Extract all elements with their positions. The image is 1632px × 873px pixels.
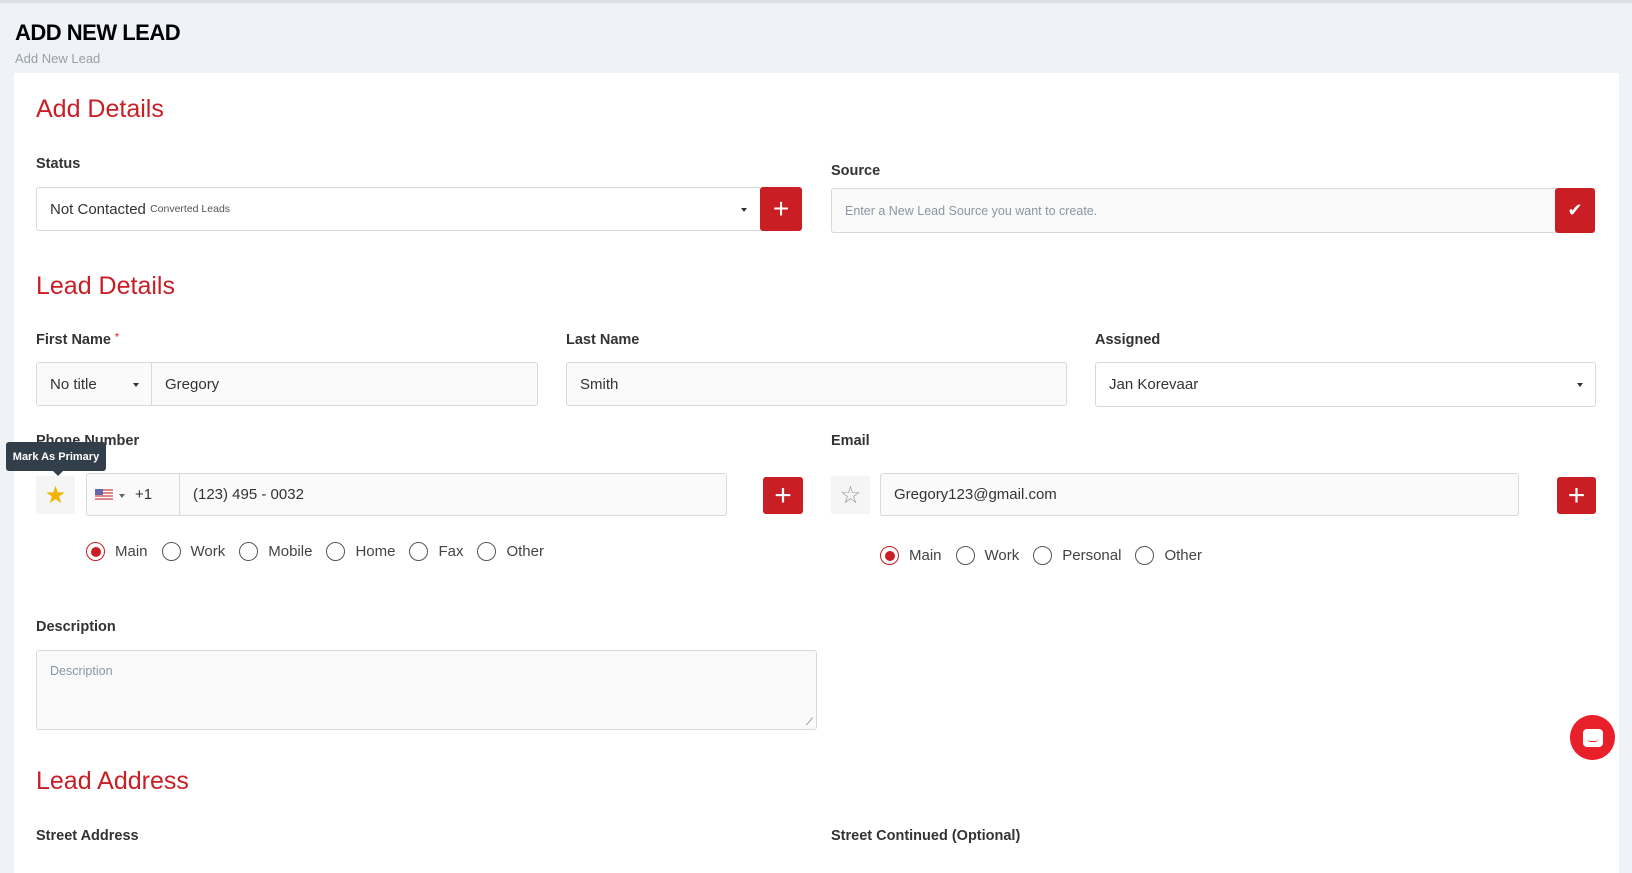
- last-name-value: Smith: [580, 375, 619, 393]
- primary-phone-star-icon[interactable]: ★: [36, 476, 75, 514]
- phone-radio-other[interactable]: Other: [477, 542, 544, 561]
- primary-email-star-icon[interactable]: ☆: [831, 476, 870, 514]
- add-email-button[interactable]: +: [1557, 477, 1596, 514]
- radio-circle[interactable]: [477, 542, 497, 561]
- section-add-details: Add Details: [36, 95, 164, 123]
- chevron-down-icon: [133, 383, 139, 387]
- assigned-value: Jan Korevaar: [1109, 376, 1199, 393]
- description-placeholder: Description: [50, 664, 113, 678]
- status-value: Not Contacted: [50, 200, 146, 218]
- radio-circle[interactable]: [955, 546, 975, 565]
- section-lead-address: Lead Address: [36, 767, 189, 795]
- radio-label: Home: [355, 543, 396, 560]
- phone-radio-mobile[interactable]: Mobile: [239, 542, 312, 561]
- radio-circle[interactable]: [86, 542, 105, 561]
- title-select[interactable]: No title: [36, 362, 152, 406]
- radio-label: Other: [506, 543, 544, 560]
- first-name-label-text: First Name: [36, 332, 111, 348]
- country-code: +1: [135, 486, 153, 503]
- email-radio-work[interactable]: Work: [955, 546, 1020, 565]
- resize-handle-icon[interactable]: ⟋: [806, 717, 813, 728]
- source-label: Source: [831, 163, 881, 179]
- last-name-label: Last Name: [566, 332, 640, 348]
- phone-type-radios: Main Work Mobile Home Fax Other: [86, 542, 558, 561]
- radio-circle[interactable]: [1135, 546, 1155, 565]
- first-name-value: Gregory: [165, 375, 220, 393]
- email-value: Gregory123@gmail.com: [894, 486, 1057, 503]
- radio-circle[interactable]: [326, 542, 346, 561]
- radio-circle[interactable]: [161, 542, 181, 561]
- chevron-down-icon: [119, 494, 125, 498]
- phone-value: (123) 495 - 0032: [193, 486, 304, 503]
- phone-radio-fax[interactable]: Fax: [409, 542, 463, 561]
- email-radio-personal[interactable]: Personal: [1033, 546, 1121, 565]
- radio-label: Main: [115, 543, 148, 560]
- assigned-label: Assigned: [1095, 332, 1161, 348]
- phone-input[interactable]: (123) 495 - 0032: [179, 473, 727, 516]
- status-select[interactable]: Not Contacted Converted Leads: [36, 187, 762, 231]
- section-lead-details: Lead Details: [36, 272, 175, 300]
- phone-radio-work[interactable]: Work: [161, 542, 226, 561]
- radio-label: Fax: [438, 543, 464, 560]
- email-radio-main[interactable]: Main: [880, 546, 942, 565]
- radio-label: Other: [1164, 547, 1202, 564]
- first-name-input[interactable]: Gregory: [151, 362, 538, 406]
- description-textarea[interactable]: Description ⟋: [36, 650, 817, 730]
- add-status-button[interactable]: +: [760, 187, 802, 231]
- country-code-select[interactable]: +1: [86, 473, 180, 516]
- status-group: Converted Leads: [150, 203, 231, 215]
- check-icon: ✔: [1567, 200, 1583, 220]
- street-continued-label: Street Continued (Optional): [831, 828, 1021, 844]
- us-flag-icon: [95, 489, 113, 500]
- assigned-select[interactable]: Jan Korevaar: [1095, 362, 1596, 407]
- add-phone-button[interactable]: +: [763, 477, 803, 514]
- plus-icon: +: [774, 478, 792, 512]
- page-title: ADD NEW LEAD: [15, 20, 181, 45]
- radio-label: Work: [190, 543, 226, 560]
- plus-icon: +: [1567, 478, 1586, 512]
- phone-radio-home[interactable]: Home: [326, 542, 395, 561]
- radio-circle[interactable]: [1033, 546, 1053, 565]
- status-label: Status: [36, 156, 81, 172]
- title-value: No title: [50, 375, 97, 393]
- street-address-label: Street Address: [36, 828, 139, 844]
- description-label: Description: [36, 619, 116, 635]
- radio-label: Personal: [1062, 547, 1122, 564]
- email-input[interactable]: Gregory123@gmail.com: [880, 473, 1519, 516]
- last-name-input[interactable]: Smith: [566, 362, 1067, 406]
- radio-label: Main: [909, 547, 942, 564]
- radio-label: Mobile: [268, 543, 313, 560]
- breadcrumb: Add New Lead: [15, 51, 101, 66]
- tooltip: Mark As Primary: [6, 442, 106, 476]
- email-type-radios: Main Work Personal Other: [880, 546, 1216, 565]
- top-border: [0, 0, 1632, 3]
- chat-icon: [1582, 728, 1603, 747]
- first-name-label: First Name *: [36, 332, 119, 348]
- source-input[interactable]: Enter a New Lead Source you want to crea…: [831, 188, 1558, 233]
- radio-label: Work: [984, 547, 1020, 564]
- chevron-down-icon: [741, 208, 747, 212]
- save-source-button[interactable]: ✔: [1555, 188, 1595, 233]
- radio-circle[interactable]: [409, 542, 429, 561]
- chat-button[interactable]: [1570, 715, 1615, 760]
- chevron-down-icon: [1577, 383, 1583, 387]
- source-placeholder: Enter a New Lead Source you want to crea…: [845, 203, 1098, 218]
- email-label: Email: [831, 433, 870, 449]
- required-mark: *: [114, 332, 119, 343]
- email-radio-other[interactable]: Other: [1135, 546, 1202, 565]
- radio-circle[interactable]: [239, 542, 259, 561]
- phone-radio-main[interactable]: Main: [86, 542, 148, 561]
- radio-circle[interactable]: [880, 546, 899, 565]
- plus-icon: +: [772, 193, 790, 224]
